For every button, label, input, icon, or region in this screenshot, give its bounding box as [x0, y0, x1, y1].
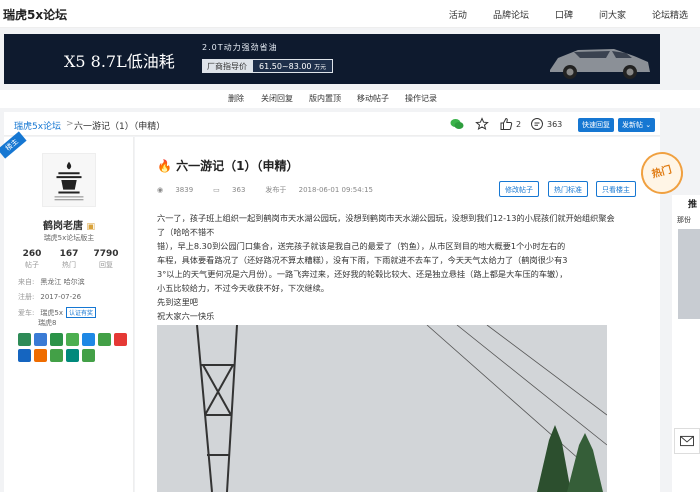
post-meta: ◉ 3839 ▭ 363 发布于 2018-06-01 09:54:15 [157, 185, 393, 195]
site-brand[interactable]: 瑞虎5x论坛 [3, 6, 67, 23]
recommend-thumbnail[interactable] [678, 229, 700, 319]
badge-icon[interactable] [18, 349, 31, 362]
admin-pin[interactable]: 版内置顶 [309, 93, 341, 104]
badge-icon[interactable] [50, 333, 63, 346]
star-icon[interactable] [475, 117, 489, 131]
banner-price-value: 61.50~83.00 万元 [252, 59, 334, 73]
top-nav: 瑞虎5x论坛 活动 品牌论坛 口碑 问大家 论坛精选 [0, 0, 700, 28]
owner-only-button[interactable]: 只看楼主 [596, 181, 636, 197]
admin-close-reply[interactable]: 关闭回复 [261, 93, 293, 104]
chevron-down-icon: ⌄ [645, 121, 652, 129]
mail-icon[interactable] [674, 428, 700, 454]
badge-icon[interactable] [50, 349, 63, 362]
replies: ▭ 363 [213, 186, 246, 194]
post-body: 六一了，孩子班上组织一起到鹤岗市天水湖公园玩，没想到鹤岗市天水湖公园玩，没想到我… [157, 213, 615, 321]
quick-reply-button[interactable]: 快速回复 [578, 118, 614, 132]
wechat-icon[interactable] [450, 117, 464, 131]
recommend-snippet[interactable]: 那份 [677, 215, 691, 225]
stat-hot[interactable]: 167 热门 [51, 249, 87, 270]
nav-link-activities[interactable]: 活动 [449, 8, 467, 21]
admin-delete[interactable]: 删除 [228, 93, 244, 104]
badge-icon[interactable] [34, 349, 47, 362]
post-title: 🔥 六一游记（1）（申精） [157, 159, 299, 173]
recommend-title: 推 [688, 200, 698, 210]
reply-icon: ▭ [213, 186, 220, 194]
admin-move[interactable]: 移动帖子 [357, 93, 389, 104]
nav-link-brand-forum[interactable]: 品牌论坛 [493, 8, 529, 21]
comment-icon[interactable] [530, 117, 544, 131]
author-registered: 注册: 2017-07-26 [18, 293, 82, 301]
avatar[interactable] [42, 153, 96, 207]
post-photo[interactable] [157, 325, 607, 492]
badge-icon[interactable] [98, 333, 111, 346]
views: ◉ 3839 [157, 186, 194, 194]
badge-icon[interactable] [66, 333, 79, 346]
banner-price: 厂商指导价 61.50~83.00 万元 [202, 59, 334, 73]
banner-headline: X5 8.7L低油耗 [64, 52, 175, 71]
comment-count: 363 [547, 120, 563, 129]
badge-icon[interactable] [82, 333, 95, 346]
stat-replies[interactable]: 7790 回复 [88, 249, 124, 270]
author-name[interactable]: 鹤岗老唐 ▣ [4, 217, 134, 232]
breadcrumb-separator: > [66, 119, 74, 129]
author-car-2: 瑞虎8 [38, 319, 57, 327]
edit-post-button[interactable]: 修改帖子 [499, 181, 539, 197]
badge-icon[interactable] [82, 349, 95, 362]
author-from: 来自: 黑龙江 哈尔滨 [18, 278, 85, 286]
eye-icon: ◉ [157, 186, 164, 194]
ad-banner[interactable]: X5 8.7L低油耗 2.0T动力强劲省油 厂商指导价 61.50~83.00 … [4, 34, 660, 84]
stat-posts[interactable]: 260 帖子 [14, 249, 50, 270]
fire-icon: 🔥 [157, 159, 172, 173]
breadcrumb: 瑞虎5x论坛 > 六一游记（1）（申精） 2 363 快速回复 发新帖 ⌄ [4, 112, 660, 136]
new-post-button[interactable]: 发新帖 ⌄ [618, 118, 656, 132]
nav-link-reviews[interactable]: 口碑 [555, 8, 573, 21]
author-panel: 楼主 鹤岗老唐 ▣ 瑞虎5x论坛版主 260 帖子 167 热门 7790 回复 来自… [0, 131, 134, 492]
author-badges [18, 333, 128, 362]
like-count: 2 [516, 120, 522, 129]
author-role: 瑞虎5x论坛版主 [43, 234, 95, 242]
banner-subline: 2.0T动力强劲省油 [202, 43, 278, 52]
post-main: 🔥 六一游记（1）（申精） ◉ 3839 ▭ 363 发布于 2018-06-0… [135, 137, 660, 492]
badge-icon[interactable] [66, 349, 79, 362]
banner-price-label: 厂商指导价 [202, 59, 252, 73]
moderator-icon: ▣ [86, 222, 95, 232]
hot-standard-button[interactable]: 热门标准 [548, 181, 588, 197]
nav-link-ask[interactable]: 问大家 [599, 8, 626, 21]
breadcrumb-forum[interactable]: 瑞虎5x论坛 [14, 119, 61, 132]
admin-log[interactable]: 操作记录 [405, 93, 437, 104]
thumbs-up-icon[interactable] [499, 117, 513, 131]
car-image [550, 49, 650, 79]
author-car: 爱车: 瑞虎5x 认证有奖 [18, 307, 96, 318]
nav-link-featured[interactable]: 论坛精选 [652, 8, 688, 21]
badge-icon[interactable] [34, 333, 47, 346]
published: 发布于 2018-06-01 09:54:15 [265, 186, 373, 194]
badge-icon[interactable] [114, 333, 127, 346]
car-cert-badge[interactable]: 认证有奖 [65, 307, 96, 318]
breadcrumb-current: 六一游记（1）（申精） [74, 122, 166, 132]
admin-toolbar: 删除 关闭回复 版内置顶 移动帖子 操作记录 [0, 90, 700, 108]
badge-icon[interactable] [18, 333, 31, 346]
author-stats: 260 帖子 167 热门 7790 回复 [14, 249, 124, 270]
nav-links: 活动 品牌论坛 口碑 问大家 论坛精选 [423, 8, 688, 21]
